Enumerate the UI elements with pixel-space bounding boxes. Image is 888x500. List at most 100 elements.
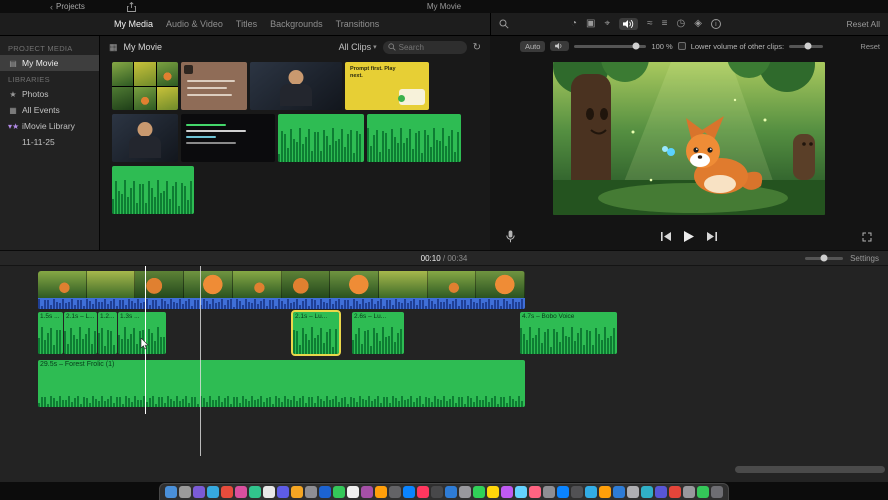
mute-button[interactable] (550, 41, 570, 51)
dock-app-icon[interactable] (683, 486, 695, 498)
horizontal-scrollbar[interactable] (735, 466, 885, 473)
dock-app-icon[interactable] (375, 486, 387, 498)
lower-volume-knob[interactable] (804, 42, 812, 50)
dock-app-icon[interactable] (431, 486, 443, 498)
info-icon[interactable]: i (710, 19, 721, 29)
dock-app-icon[interactable] (445, 486, 457, 498)
dock-app-icon[interactable] (263, 486, 275, 498)
timeline-filmstrip[interactable] (38, 271, 525, 298)
dock-app-icon[interactable] (319, 486, 331, 498)
clip-thumbnail-notes[interactable] (181, 62, 247, 110)
sidebar-item-photos[interactable]: ★ Photos (0, 86, 99, 102)
dock-app-icon[interactable] (599, 486, 611, 498)
dock-app-icon[interactable] (557, 486, 569, 498)
timeline[interactable]: 1.5s ... 2.1s – L... 1.2... 1.3s ... 2.1… (0, 266, 888, 482)
clip-filter-dropdown[interactable]: All Clips ▾ (339, 42, 377, 52)
dock-app-icon[interactable] (165, 486, 177, 498)
lower-volume-slider[interactable] (789, 42, 824, 50)
crop-icon[interactable]: ▣ (586, 19, 595, 29)
settings-button[interactable]: Settings (850, 254, 879, 263)
zoom-slider-knob[interactable] (820, 254, 828, 262)
auto-volume-button[interactable]: Auto (520, 40, 546, 52)
dock-app-icon[interactable] (543, 486, 555, 498)
dock-app-icon[interactable] (417, 486, 429, 498)
dock-app-icon[interactable] (277, 486, 289, 498)
search-input[interactable] (398, 42, 462, 52)
dock-app-icon[interactable] (193, 486, 205, 498)
dock-app-icon[interactable] (515, 486, 527, 498)
sidebar-item-imovie-library[interactable]: ▾★ iMovie Library (0, 118, 99, 134)
dock-app-icon[interactable] (305, 486, 317, 498)
clip-thumbnail-forest-grid[interactable] (112, 62, 178, 110)
clip-thumbnail-presenter-2[interactable] (112, 114, 178, 162)
tab-transitions[interactable]: Transitions (336, 19, 380, 29)
sidebar-item-all-events[interactable]: ▦ All Events (0, 102, 99, 118)
dock-app-icon[interactable] (207, 486, 219, 498)
dock-app-icon[interactable] (711, 486, 723, 498)
dock-app-icon[interactable] (221, 486, 233, 498)
audio-clip[interactable]: 1.2... (98, 312, 117, 354)
lower-volume-checkbox[interactable] (677, 42, 686, 50)
reset-all-button[interactable]: Reset All (846, 19, 880, 29)
dock-app-icon[interactable] (235, 486, 247, 498)
tab-my-media[interactable]: My Media (114, 19, 153, 29)
tab-audio-video[interactable]: Audio & Video (166, 19, 223, 29)
search-box[interactable] (382, 40, 467, 54)
noise-reduction-icon[interactable]: ≈ (647, 19, 653, 29)
back-to-projects-button[interactable]: ‹ Projects (50, 2, 85, 12)
dock-app-icon[interactable] (389, 486, 401, 498)
dock-app-icon[interactable] (613, 486, 625, 498)
dock-app-icon[interactable] (403, 486, 415, 498)
next-button[interactable] (707, 232, 717, 241)
equalizer-icon[interactable]: ≡ (662, 19, 668, 29)
audio-clip[interactable]: 2.6s – Lu... (352, 312, 404, 354)
audio-clip-voice[interactable]: 4.7s – Bobo Voice (520, 312, 617, 354)
volume-icon[interactable] (619, 18, 639, 30)
dock-app-icon[interactable] (571, 486, 583, 498)
previous-button[interactable] (661, 232, 671, 241)
dock-app-icon[interactable] (655, 486, 667, 498)
audio-clip-thumbnail-2[interactable] (367, 114, 461, 162)
dock-app-icon[interactable] (473, 486, 485, 498)
clip-thumbnail-screen-capture[interactable] (181, 114, 275, 162)
refresh-icon[interactable]: ↻ (473, 42, 481, 53)
stabilization-icon[interactable]: ⌖ (605, 19, 611, 29)
dock-app-icon[interactable] (179, 486, 191, 498)
dock-app-icon[interactable] (459, 486, 471, 498)
video-audio-waveform[interactable] (38, 298, 525, 309)
audio-clip[interactable]: 2.1s – L... (64, 312, 97, 354)
sidebar-item-my-movie[interactable]: ▤ My Movie (0, 55, 99, 71)
color-balance-icon[interactable]: ◔ (571, 19, 577, 29)
dock-app-icon[interactable] (291, 486, 303, 498)
dock-app-icon[interactable] (361, 486, 373, 498)
audio-clip-selected[interactable]: 2.1s – Lu... (291, 310, 341, 356)
clip-thumbnail-prompt[interactable]: Prompt first. Play next. (345, 62, 429, 110)
music-clip[interactable]: 29.5s – Forest Frolic (1) (38, 360, 525, 407)
dock-app-icon[interactable] (529, 486, 541, 498)
filters-icon[interactable]: ◈ (694, 19, 702, 29)
clip-thumbnail-presenter-1[interactable] (250, 62, 342, 110)
dock-app-icon[interactable] (641, 486, 653, 498)
speed-icon[interactable]: ◷ (676, 19, 685, 29)
audio-clip-thumbnail-1[interactable] (278, 114, 364, 162)
play-button[interactable] (684, 231, 694, 242)
volume-slider-knob[interactable] (632, 42, 640, 50)
dock-app-icon[interactable] (333, 486, 345, 498)
audio-clip[interactable]: 1.5s ... (38, 312, 63, 354)
tab-titles[interactable]: Titles (236, 19, 257, 29)
playhead[interactable] (200, 266, 201, 456)
dock-app-icon[interactable] (501, 486, 513, 498)
dock-app-icon[interactable] (627, 486, 639, 498)
share-button[interactable] (126, 1, 136, 12)
sidebar-item-event-date[interactable]: 11-11-25 (0, 134, 99, 150)
audio-clip-thumbnail-3[interactable] (112, 166, 194, 214)
grid-view-icon[interactable]: ▦ (109, 42, 118, 53)
dock-app-icon[interactable] (697, 486, 709, 498)
voiceover-mic-button[interactable] (506, 230, 515, 243)
dock-app-icon[interactable] (249, 486, 261, 498)
dock-app-icon[interactable] (585, 486, 597, 498)
zoom-slider[interactable] (805, 254, 844, 262)
dock-app-icon[interactable] (487, 486, 499, 498)
fullscreen-icon[interactable] (862, 232, 872, 242)
tab-backgrounds[interactable]: Backgrounds (270, 19, 323, 29)
